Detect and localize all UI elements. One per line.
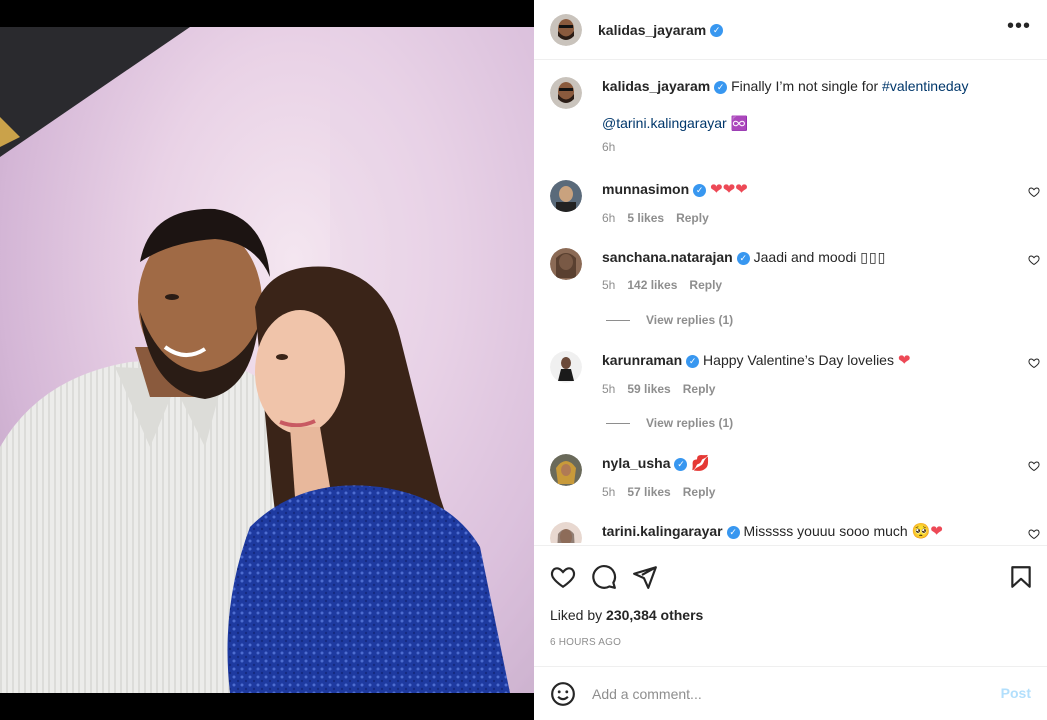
commenter-avatar[interactable] [550,248,582,280]
post-header: kalidas_jayaram ✓ ••• [534,0,1047,60]
comment-username[interactable]: sanchana.natarajan [602,249,733,265]
commenter-avatar[interactable] [550,180,582,212]
comment-time[interactable]: 5h [602,485,615,499]
like-comment-heart-icon[interactable] [1028,254,1040,266]
caption-text: Finally I’m not single for [731,78,879,94]
reply-button[interactable]: Reply [676,211,709,225]
comment-likes[interactable]: 57 likes [627,485,670,499]
reply-button[interactable]: Reply [683,382,716,396]
like-comment-heart-icon[interactable] [1028,528,1040,540]
post-photo[interactable] [0,27,534,693]
comment-time[interactable]: 5h [602,278,615,292]
commenter-avatar[interactable] [550,454,582,486]
pleading-heart-emoji: 🥺❤ [911,523,943,540]
comment-text: Happy Valentine’s Day lovelies [703,352,894,368]
liked-by-count[interactable]: 230,384 others [606,607,703,623]
comment-likes[interactable]: 5 likes [627,211,664,225]
comment-likes[interactable]: 59 likes [627,382,670,396]
like-comment-heart-icon[interactable] [1028,460,1040,472]
author-avatar[interactable] [550,13,582,46]
caption-avatar[interactable] [550,77,582,109]
caption-time[interactable]: 6h [602,140,615,154]
comment-username[interactable]: tarini.kalingarayar [602,523,723,539]
verified-badge-icon: ✓ [710,24,724,38]
add-comment-bar: Post [534,666,1047,720]
comment-icon[interactable] [591,564,617,590]
verified-badge-icon: ✓ [693,183,707,197]
view-replies-button[interactable]: View replies (1) [606,416,733,430]
couple-photo-illustration [0,27,534,693]
comment-input[interactable] [592,681,972,707]
comment-text: Misssss youuu sooo much [743,523,908,539]
reply-button[interactable]: Reply [689,278,722,292]
more-options-icon[interactable]: ••• [1007,16,1030,39]
post-media[interactable] [0,0,534,720]
caption-hashtag[interactable]: #valentineday [882,78,968,94]
caption-username[interactable]: kalidas_jayaram [602,78,710,94]
post-timestamp[interactable]: 6 HOURS AGO [550,637,621,648]
caption-mention[interactable]: @tarini.kalingarayar [602,115,727,131]
action-bar [534,545,1047,605]
like-comment-heart-icon[interactable] [1028,186,1040,198]
comment-username[interactable]: karunraman [602,352,682,368]
view-replies-button[interactable]: View replies (1) [606,313,733,327]
verified-badge-icon: ✓ [686,354,700,368]
infinity-emoji: ♾️ [730,115,749,131]
verified-badge-icon: ✓ [736,251,750,265]
like-comment-heart-icon[interactable] [1028,357,1040,369]
verified-badge-icon: ✓ [726,525,740,539]
comment-time[interactable]: 5h [602,382,615,396]
author-username[interactable]: kalidas_jayaram ✓ [598,22,724,38]
comment-time[interactable]: 6h [602,211,615,225]
kiss-emoji: 💋 [691,455,711,472]
bookmark-icon[interactable] [1008,564,1034,590]
reply-button[interactable]: Reply [683,485,716,499]
comment-text: Jaadi and moodi [753,249,857,265]
hearts-emoji: ❤❤❤ [710,181,748,198]
author-username-text[interactable]: kalidas_jayaram [598,22,706,38]
post-sidebar: kalidas_jayaram ✓ ••• kalidas_jayaram ✓ Fi… [534,0,1047,720]
heart-emoji: ❤ [897,352,911,369]
emoji-icon[interactable] [550,681,576,707]
heart-icon[interactable] [550,564,576,590]
commenter-avatar[interactable] [550,522,582,543]
likes-summary: Liked by 230,384 others [550,607,703,623]
verified-badge-icon: ✓ [714,80,728,94]
verified-badge-icon: ✓ [674,457,688,471]
liked-by-label: Liked by [550,607,603,623]
share-icon[interactable] [632,564,658,590]
unsupported-emoji: ▯▯▯ [860,249,887,265]
post-comment-button[interactable]: Post [1001,685,1031,701]
comment-likes[interactable]: 142 likes [627,278,677,292]
comment-username[interactable]: nyla_usha [602,455,670,471]
commenter-avatar[interactable] [550,351,582,383]
comments-list[interactable]: kalidas_jayaram ✓ Finally I’m not single … [534,61,1047,543]
comment-username[interactable]: munnasimon [602,181,689,197]
